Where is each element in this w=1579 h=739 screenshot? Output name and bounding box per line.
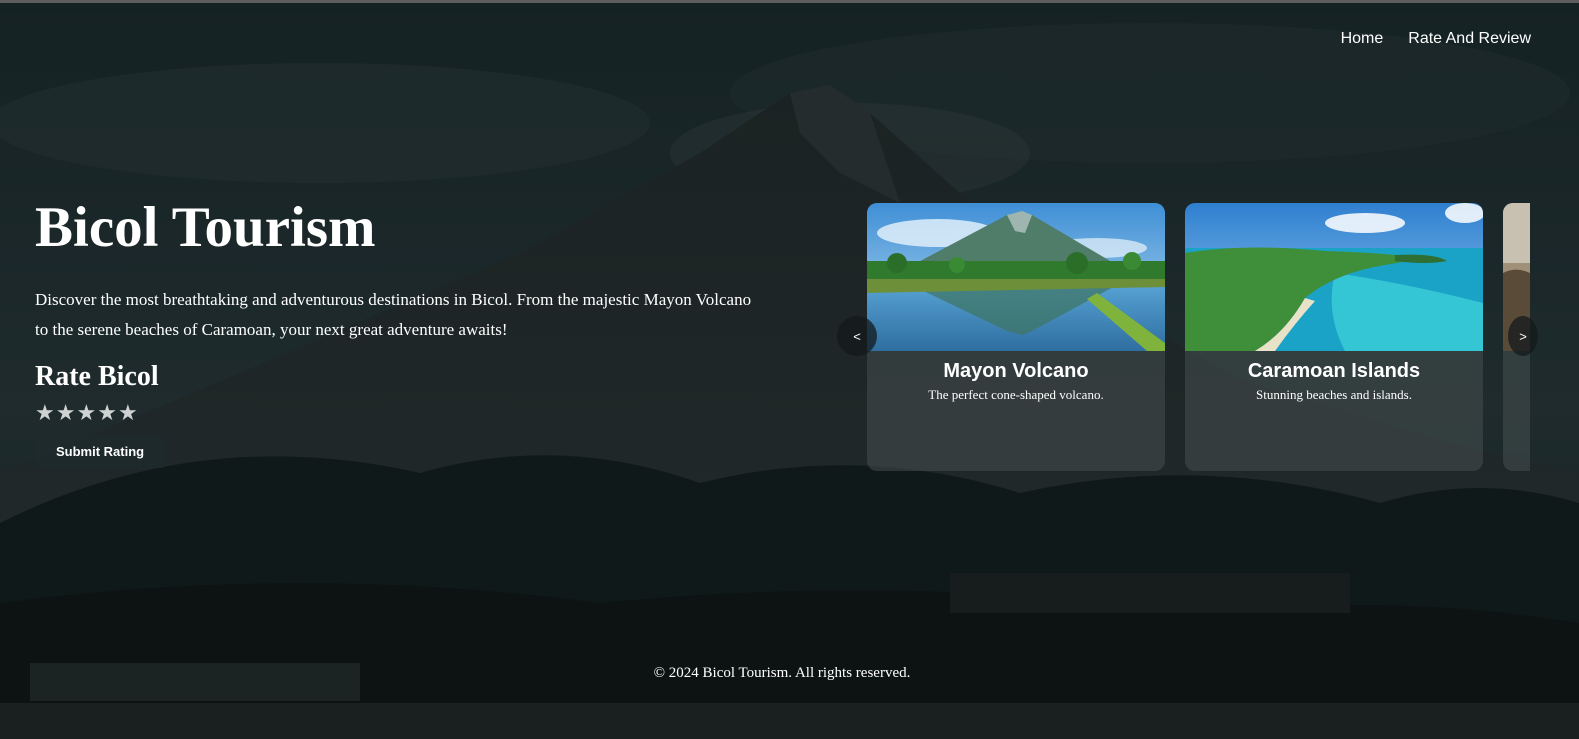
card-title: Caramoan Islands — [1247, 360, 1421, 382]
page-title: Bicol Tourism — [35, 196, 376, 259]
nav-rate-review-link[interactable]: Rate And Review — [1408, 30, 1531, 48]
destination-card-mayon[interactable]: Mayon Volcano The perfect cone-shaped vo… — [867, 203, 1165, 471]
destination-carousel: Mayon Volcano The perfect cone-shaped vo… — [867, 203, 1530, 471]
star-4-icon[interactable]: ★ — [97, 402, 117, 425]
card-description: The perfect cone-shaped volcano. — [928, 387, 1104, 402]
carousel-prev-button[interactable]: < — [837, 316, 877, 356]
card-title: Mayon Volcano — [943, 360, 1089, 382]
footer-copyright: © 2024 Bicol Tourism. All rights reserve… — [653, 665, 911, 681]
submit-rating-button[interactable]: Submit Rating — [35, 434, 166, 468]
main-nav: Home Rate And Review — [1341, 30, 1531, 48]
rate-heading: Rate Bicol — [35, 360, 159, 392]
star-5-icon[interactable]: ★ — [118, 402, 138, 425]
footer: © 2024 Bicol Tourism. All rights reserve… — [0, 665, 1564, 682]
star-rating: ★ ★ ★ ★ ★ — [35, 402, 795, 425]
star-3-icon[interactable]: ★ — [76, 402, 96, 425]
caramoan-islands-image — [1185, 203, 1483, 351]
mayon-volcano-image — [867, 203, 1165, 351]
carousel-next-button[interactable]: > — [1508, 316, 1538, 356]
hero-section: Bicol Tourism Discover the most breathta… — [35, 195, 795, 468]
hero-description: Discover the most breathtaking and adven… — [35, 289, 752, 339]
carousel-track: Mayon Volcano The perfect cone-shaped vo… — [867, 203, 1530, 471]
star-1-icon[interactable]: ★ — [35, 402, 55, 425]
star-2-icon[interactable]: ★ — [56, 402, 76, 425]
nav-home-link[interactable]: Home — [1341, 30, 1384, 48]
destination-card-caramoan[interactable]: Caramoan Islands Stunning beaches and is… — [1185, 203, 1483, 471]
card-description: Stunning beaches and islands. — [1256, 387, 1412, 402]
